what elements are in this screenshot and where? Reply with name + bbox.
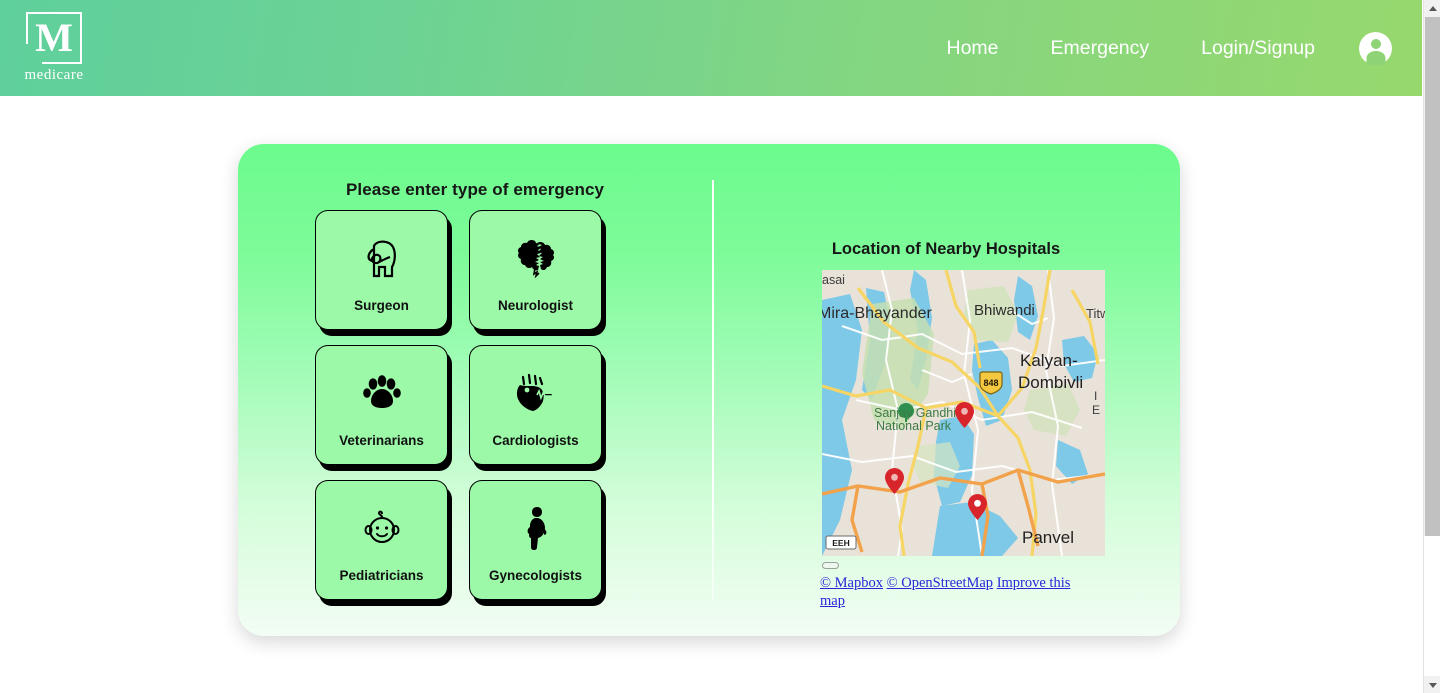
svg-text:Dombivli: Dombivli [1018, 373, 1083, 392]
svg-text:asai: asai [822, 273, 845, 287]
scrollbar-thumb[interactable] [1425, 17, 1440, 536]
map-attribution: © Mapbox © OpenStreetMap Improve this ma… [820, 574, 1094, 610]
card-slot-surgeon: Surgeon [315, 210, 452, 336]
pregnant-woman-icon [521, 502, 551, 554]
emergency-type-section: Please enter type of emergency Surgeon N… [238, 144, 712, 636]
svg-text:Panvel: Panvel [1022, 528, 1074, 547]
svg-text:E: E [1092, 403, 1100, 417]
medicare-logo[interactable]: M medicare [18, 12, 90, 86]
emergency-card-cardiologists[interactable]: Cardiologists [469, 345, 602, 465]
card-slot-gynecologists: Gynecologists [469, 480, 606, 606]
svg-text:Sanjay Gandhi: Sanjay Gandhi [874, 406, 956, 420]
emergency-card-gynecologists[interactable]: Gynecologists [469, 480, 602, 600]
svg-text:I: I [1094, 389, 1097, 403]
hospital-marker[interactable] [955, 402, 974, 428]
nearby-hospitals-section: Location of Nearby Hospitals 848 EEH asa… [712, 144, 1180, 636]
nearby-hospitals-title: Location of Nearby Hospitals [831, 240, 1061, 258]
hospital-marker[interactable] [968, 494, 987, 520]
card-label: Gynecologists [488, 567, 583, 583]
scrollbar-down-arrow-icon[interactable] [1424, 676, 1440, 693]
page-scrollbar[interactable] [1423, 0, 1440, 693]
svg-text:Titw: Titw [1086, 306, 1105, 321]
svg-text:848: 848 [983, 378, 998, 388]
card-slot-neurologist: Neurologist [469, 210, 606, 336]
card-label: Surgeon [354, 297, 409, 313]
main-navigation: Home Emergency Login/Signup [920, 0, 1400, 96]
card-label: Neurologist [497, 297, 573, 313]
surgeon-head-icon [361, 232, 403, 284]
nav-link-home[interactable]: Home [920, 37, 1024, 60]
baby-face-icon [361, 502, 403, 554]
attribution-link-mapbox[interactable]: © Mapbox [820, 575, 883, 591]
hospital-map[interactable]: 848 EEH asai Mira-Bhayander Bhiwandi Tit… [822, 270, 1105, 556]
logo-wordmark: medicare [24, 67, 84, 83]
scrollbar-track[interactable] [1424, 536, 1440, 676]
logo-letter-m: M [35, 15, 73, 60]
attribution-link-openstreetmap[interactable]: © OpenStreetMap [887, 575, 993, 591]
card-slot-cardiologists: Cardiologists [469, 345, 606, 471]
svg-text:Mira-Bhayander: Mira-Bhayander [822, 305, 933, 322]
svg-text:Kalyan-: Kalyan- [1020, 351, 1078, 370]
user-avatar-icon[interactable] [1359, 31, 1392, 65]
card-slot-pediatricians: Pediatricians [315, 480, 452, 606]
svg-text:National Park: National Park [876, 419, 952, 433]
nav-link-login-signup[interactable]: Login/Signup [1175, 37, 1341, 60]
card-label: Veterinarians [339, 432, 424, 448]
card-slot-veterinarians: Veterinarians [315, 345, 452, 471]
attribution-toggle-button[interactable] [822, 562, 839, 569]
svg-text:EEH: EEH [832, 538, 849, 548]
logo-bracket-frame: M [26, 12, 82, 64]
nav-link-emergency[interactable]: Emergency [1025, 37, 1176, 60]
emergency-card-pediatricians[interactable]: Pediatricians [315, 480, 448, 600]
scrollbar-up-arrow-icon[interactable] [1424, 0, 1440, 17]
emergency-type-grid: Surgeon Neurologist Veterinarians Cardio… [315, 210, 606, 606]
site-header: M medicare Home Emergency Login/Signup [0, 0, 1422, 96]
emergency-card-neurologist[interactable]: Neurologist [469, 210, 602, 330]
emergency-card-veterinarians[interactable]: Veterinarians [315, 345, 448, 465]
card-label: Cardiologists [492, 432, 579, 448]
heart-ecg-icon [513, 367, 559, 419]
hospital-marker[interactable] [885, 468, 904, 494]
brain-icon [515, 232, 557, 284]
paw-print-icon [362, 367, 402, 419]
emergency-type-title: Please enter type of emergency [345, 180, 605, 199]
emergency-card-surgeon[interactable]: Surgeon [315, 210, 448, 330]
card-label: Pediatricians [339, 567, 424, 583]
page-viewport: M medicare Home Emergency Login/Signup P… [0, 0, 1440, 693]
svg-text:Bhiwandi: Bhiwandi [974, 302, 1035, 319]
